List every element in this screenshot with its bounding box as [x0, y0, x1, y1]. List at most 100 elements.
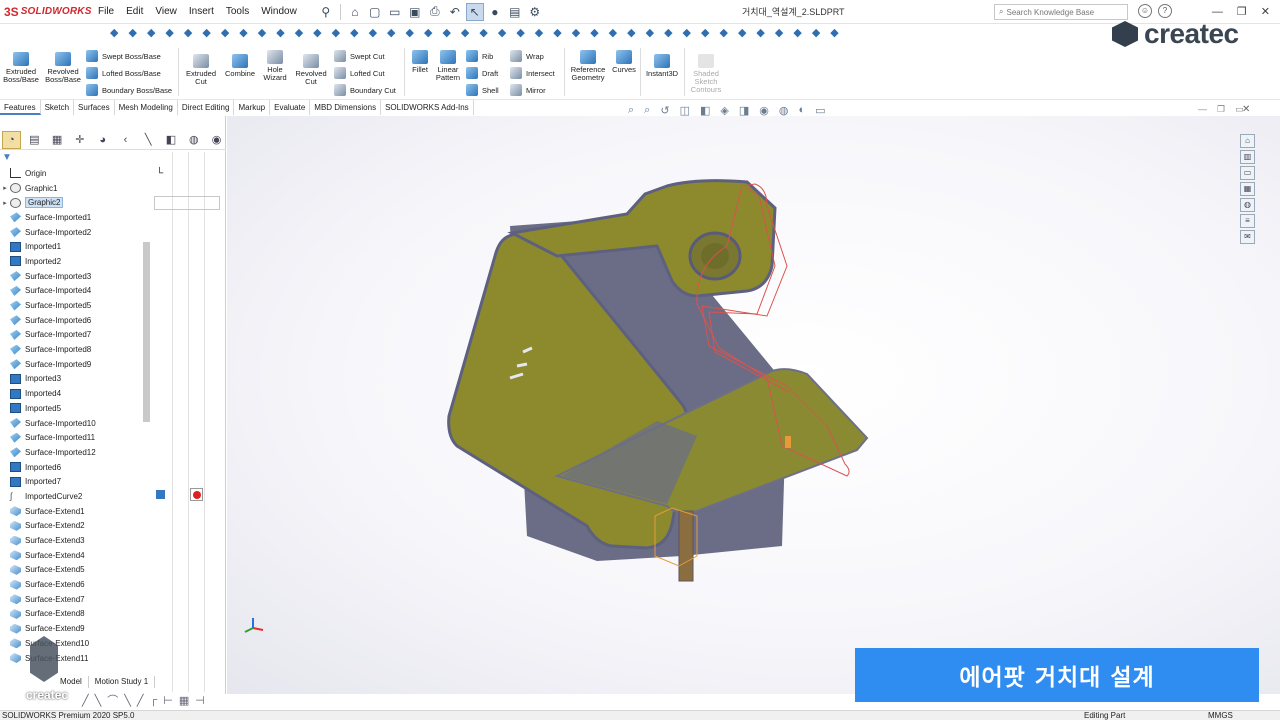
sketch-tool-icon[interactable]: ◆: [479, 26, 487, 44]
fillet-button[interactable]: Fillet: [408, 50, 432, 74]
tree-item[interactable]: Surface-Imported7: [0, 328, 152, 343]
sketch-tool-icon[interactable]: ◆: [258, 26, 266, 44]
reference-geometry-button[interactable]: Reference Geometry: [568, 50, 608, 82]
view-orientation-icon[interactable]: ◈: [720, 104, 728, 117]
sketch-tool-icon[interactable]: ◆: [165, 26, 173, 44]
sketch-tool-icon[interactable]: ◆: [812, 26, 820, 44]
menu-edit[interactable]: Edit: [120, 0, 149, 24]
expand-arrow-icon[interactable]: ▸: [0, 199, 10, 207]
sketch-line-icon[interactable]: ╲: [124, 694, 131, 707]
new-document-icon[interactable]: ▢: [366, 3, 384, 21]
graphics-area[interactable]: ⌂ ▥ ▭ ▦ ◍ ≡ ✉: [227, 116, 1280, 694]
open-folder-icon[interactable]: ▭: [386, 3, 404, 21]
viewport-restore-icon[interactable]: ❐: [1217, 104, 1225, 115]
tab-mesh-modeling[interactable]: Mesh Modeling: [115, 100, 178, 115]
tree-item[interactable]: Surface-Extend8: [0, 607, 152, 622]
previous-view-icon[interactable]: ↺: [660, 104, 669, 117]
tree-item[interactable]: Surface-Imported6: [0, 313, 152, 328]
extruded-cut-button[interactable]: Extruded Cut: [182, 54, 220, 86]
tree-item[interactable]: Surface-Extend2: [0, 519, 152, 534]
boundary-cut-button[interactable]: Boundary Cut: [334, 84, 396, 96]
curves-button[interactable]: Curves: [610, 50, 638, 74]
collapse-arrow-icon[interactable]: ‹: [116, 131, 135, 149]
tree-item[interactable]: Imported2: [0, 254, 152, 269]
tab-evaluate[interactable]: Evaluate: [270, 100, 311, 115]
sketch-tool-icon[interactable]: ◆: [442, 26, 450, 44]
user-icon[interactable]: ☺: [1138, 4, 1152, 18]
tree-item[interactable]: Surface-Imported1: [0, 210, 152, 225]
sketch-tool-icon[interactable]: ◆: [793, 26, 801, 44]
sketch-tool-icon[interactable]: ◆: [295, 26, 303, 44]
sketch-line-icon[interactable]: ╲: [95, 694, 102, 707]
save-icon[interactable]: ▣: [406, 3, 424, 21]
custom-properties-icon[interactable]: ≡: [1240, 214, 1255, 228]
grid-icon[interactable]: ▦: [179, 694, 189, 707]
sketch-extend-icon[interactable]: ⊣: [195, 694, 205, 707]
sketch-tool-icon[interactable]: ◆: [683, 26, 691, 44]
dynamic-annotation-icon[interactable]: ◧: [700, 104, 710, 117]
instant3d-button[interactable]: Instant3D: [642, 54, 682, 78]
sketch-tool-icon[interactable]: ◆: [332, 26, 340, 44]
sketch-tool-icon[interactable]: ◆: [239, 26, 247, 44]
tab-direct-editing[interactable]: Direct Editing: [178, 100, 235, 115]
design-library-icon[interactable]: ▥: [1240, 150, 1255, 164]
view-settings-icon[interactable]: ▭: [815, 104, 825, 117]
tree-item[interactable]: Surface-Imported3: [0, 269, 152, 284]
combine-button[interactable]: Combine: [222, 54, 258, 78]
tree-item[interactable]: Imported3: [0, 372, 152, 387]
revolved-cut-button[interactable]: Revolved Cut: [292, 54, 330, 86]
menu-file[interactable]: File: [92, 0, 120, 24]
sketch-tool-icon[interactable]: ◆: [553, 26, 561, 44]
tree-item[interactable]: Surface-Imported12: [0, 445, 152, 460]
tab-solidworks-add-ins[interactable]: SOLIDWORKS Add-Ins: [381, 100, 474, 115]
tree-item[interactable]: Imported5: [0, 401, 152, 416]
close-icon[interactable]: ✕: [1261, 0, 1270, 24]
view-palette-icon[interactable]: ▦: [1240, 182, 1255, 196]
sketch-tool-icon[interactable]: ◆: [609, 26, 617, 44]
sketch-line-icon[interactable]: ╱: [137, 694, 144, 707]
sketch-tool-icon[interactable]: ◆: [110, 26, 118, 44]
menu-tools[interactable]: Tools: [220, 0, 255, 24]
sketch-tool-icon[interactable]: ◆: [572, 26, 580, 44]
linear-pattern-button[interactable]: Linear Pattern: [434, 50, 462, 82]
revolved-boss-button[interactable]: Revolved Boss/Base: [44, 52, 82, 84]
sketch-tool-icon[interactable]: ◆: [313, 26, 321, 44]
sketch-tool-icon[interactable]: ◆: [350, 26, 358, 44]
tab-surfaces[interactable]: Surfaces: [74, 100, 115, 115]
tree-item[interactable]: Surface-Imported5: [0, 298, 152, 313]
feature-tree-icon[interactable]: ◔: [2, 130, 21, 149]
sketch-arc-icon[interactable]: ⌒: [107, 692, 118, 708]
sketch-tool-icon[interactable]: ◆: [369, 26, 377, 44]
display-style-icon[interactable]: ◨: [739, 104, 749, 117]
zoom-to-area-icon[interactable]: ⌕: [644, 104, 650, 117]
sketch-tool-icon[interactable]: ◆: [387, 26, 395, 44]
extruded-boss-button[interactable]: Extruded Boss/Base: [2, 52, 40, 84]
tree-item[interactable]: ▸ Graphic2: [0, 195, 152, 210]
configuration-manager-icon[interactable]: ▦: [48, 131, 67, 149]
swept-boss-button[interactable]: Swept Boss/Base: [86, 50, 161, 62]
tree-item[interactable]: Imported1: [0, 239, 152, 254]
sketch-tool-icon[interactable]: ◆: [276, 26, 284, 44]
sketch-tool-icon[interactable]: ◆: [202, 26, 210, 44]
tree-item[interactable]: Surface-Imported4: [0, 284, 152, 299]
home-icon[interactable]: ⌂: [1240, 134, 1255, 148]
shaded-sketch-contours-button[interactable]: Shaded Sketch Contours: [686, 54, 726, 94]
sketch-tool-icon[interactable]: ◆: [516, 26, 524, 44]
sketch-tool-icon[interactable]: ◆: [701, 26, 709, 44]
lofted-boss-button[interactable]: Lofted Boss/Base: [86, 67, 161, 79]
traffic-light-icon[interactable]: ●: [486, 3, 504, 21]
sketch-tool-icon[interactable]: ◆: [646, 26, 654, 44]
sketch-tool-icon[interactable]: ◆: [775, 26, 783, 44]
visibility-eye-icon[interactable]: ◉: [207, 131, 226, 149]
tab-features[interactable]: Features: [0, 100, 41, 115]
tree-item[interactable]: ▸ Graphic1: [0, 181, 152, 196]
tree-item[interactable]: Surface-Imported2: [0, 225, 152, 240]
tree-item[interactable]: Surface-Extend6: [0, 577, 152, 592]
section-view-icon[interactable]: ◫: [680, 104, 690, 117]
sketch-tool-icon[interactable]: ◆: [221, 26, 229, 44]
file-explorer-icon[interactable]: ▭: [1240, 166, 1255, 180]
mirror-button[interactable]: Mirror: [510, 84, 546, 96]
tree-item[interactable]: Surface-Extend1: [0, 504, 152, 519]
intersect-button[interactable]: Intersect: [510, 67, 555, 79]
expand-arrow-icon[interactable]: ▸: [0, 184, 10, 192]
